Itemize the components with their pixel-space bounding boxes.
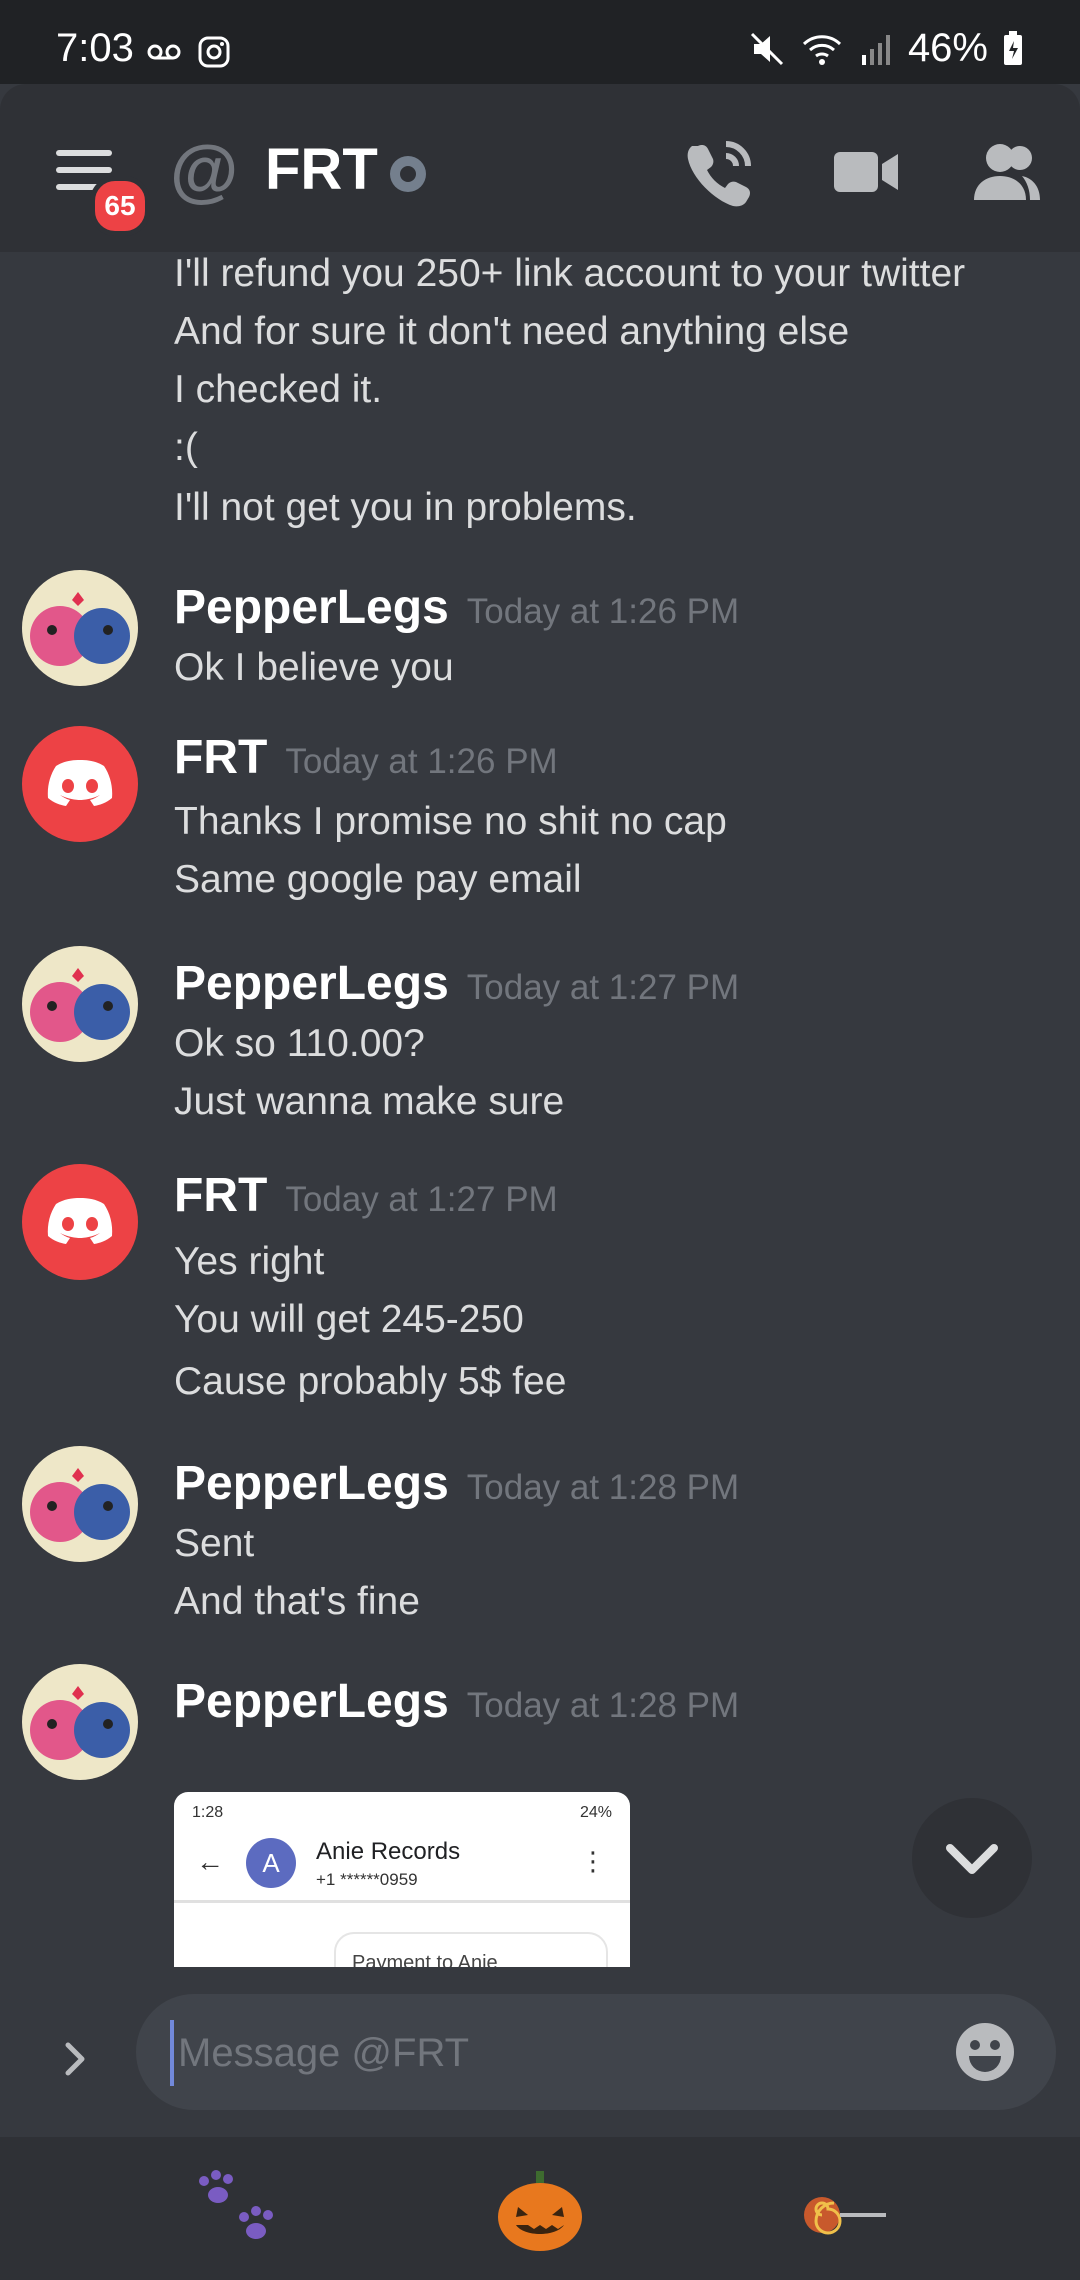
attachment-status-time: 1:28	[192, 1804, 224, 1821]
chevron-right-icon[interactable]	[56, 2039, 96, 2079]
message-text: :(	[174, 426, 198, 469]
avatar[interactable]	[22, 946, 138, 1062]
composer	[0, 1967, 1080, 2137]
dm-at-icon: @	[170, 131, 239, 209]
author-name[interactable]: PepperLegs	[174, 1675, 449, 1728]
message-text: Just wanna make sure	[174, 1080, 565, 1123]
scroll-to-bottom-button[interactable]	[912, 1798, 1032, 1918]
image-attachment[interactable]: 1:28 24% ← A Anie Records +1 ******0959 …	[174, 1792, 630, 1967]
timestamp: Today at 1:27 PM	[285, 1180, 558, 1219]
message-text: Sent	[174, 1522, 255, 1565]
unread-badge: 65	[90, 176, 150, 236]
author-name[interactable]: FRT	[174, 731, 267, 784]
signal-icon	[861, 34, 890, 65]
voicemail-icon	[147, 44, 181, 60]
contact-avatar: A	[246, 1838, 296, 1888]
message-text: Ok I believe you	[174, 646, 454, 689]
back-arrow-icon: ←	[196, 1846, 224, 1877]
contact-name: Anie Records	[316, 1838, 461, 1865]
message-text: And for sure it don't need anything else	[174, 310, 850, 353]
pumpkin-icon[interactable]	[490, 2167, 590, 2257]
message-text: Cause probably 5$ fee	[174, 1360, 567, 1403]
more-icon: ⋮	[580, 1846, 606, 1876]
avatar[interactable]	[22, 726, 138, 842]
battery-percent: 46%	[907, 26, 988, 70]
chevron-down-icon	[946, 1844, 998, 1874]
video-icon[interactable]	[830, 136, 902, 208]
channel-title: FRT	[265, 137, 378, 202]
phone-icon[interactable]	[684, 136, 756, 208]
avatar[interactable]	[22, 1664, 138, 1780]
avatar[interactable]	[22, 570, 138, 686]
avatar[interactable]	[22, 1446, 138, 1562]
author-name[interactable]: FRT	[174, 1169, 267, 1222]
battery-icon	[1004, 30, 1022, 65]
message-text: Same google pay email	[174, 858, 582, 901]
timestamp: Today at 1:28 PM	[466, 1468, 740, 1507]
message-text: I'll not get you in problems.	[174, 486, 637, 529]
message-text: I checked it.	[174, 368, 383, 411]
contact-phone: +1 ******0959	[316, 1870, 418, 1889]
message-text: Ok so 110.00?	[174, 1022, 425, 1065]
message-text: I'll refund you 250+ link account to you…	[174, 252, 966, 295]
message-text: You will get 245-250	[174, 1298, 524, 1341]
status-bar: 7:03 46%	[0, 0, 1080, 84]
message-box	[136, 1994, 1056, 2110]
members-icon[interactable]	[970, 136, 1042, 208]
message-text: And that's fine	[174, 1580, 420, 1623]
attachment-status-battery: 24%	[579, 1804, 612, 1821]
paw-icon[interactable]	[190, 2167, 290, 2257]
status-time: 7:03	[56, 26, 134, 70]
avatar[interactable]	[22, 1164, 138, 1280]
discord-logo-icon	[47, 760, 113, 806]
timestamp: Today at 1:26 PM	[285, 742, 558, 781]
payment-label: Payment to Anie	[352, 1952, 498, 1967]
bottom-navigation	[0, 2137, 1080, 2280]
message-list[interactable]: I'll refund you 250+ link account to you…	[0, 252, 1080, 1967]
author-name[interactable]: PepperLegs	[174, 581, 449, 634]
timestamp: Today at 1:26 PM	[466, 592, 740, 631]
author-name[interactable]: PepperLegs	[174, 1457, 449, 1510]
channel-header: 65 @ FRT	[0, 84, 1080, 252]
emoji-icon[interactable]	[954, 2021, 1016, 2083]
author-name[interactable]: PepperLegs	[174, 957, 449, 1010]
presence-status-icon	[390, 156, 426, 192]
lollipop-icon[interactable]	[790, 2167, 890, 2257]
mute-icon	[750, 32, 783, 65]
message-input[interactable]	[170, 2020, 880, 2086]
instagram-icon	[198, 36, 230, 68]
message-text: Yes right	[174, 1240, 325, 1283]
wifi-icon	[802, 34, 841, 65]
timestamp: Today at 1:28 PM	[466, 1686, 740, 1725]
timestamp: Today at 1:27 PM	[466, 968, 740, 1007]
discord-logo-icon	[47, 1198, 113, 1244]
message-text: Thanks I promise no shit no cap	[174, 800, 727, 843]
